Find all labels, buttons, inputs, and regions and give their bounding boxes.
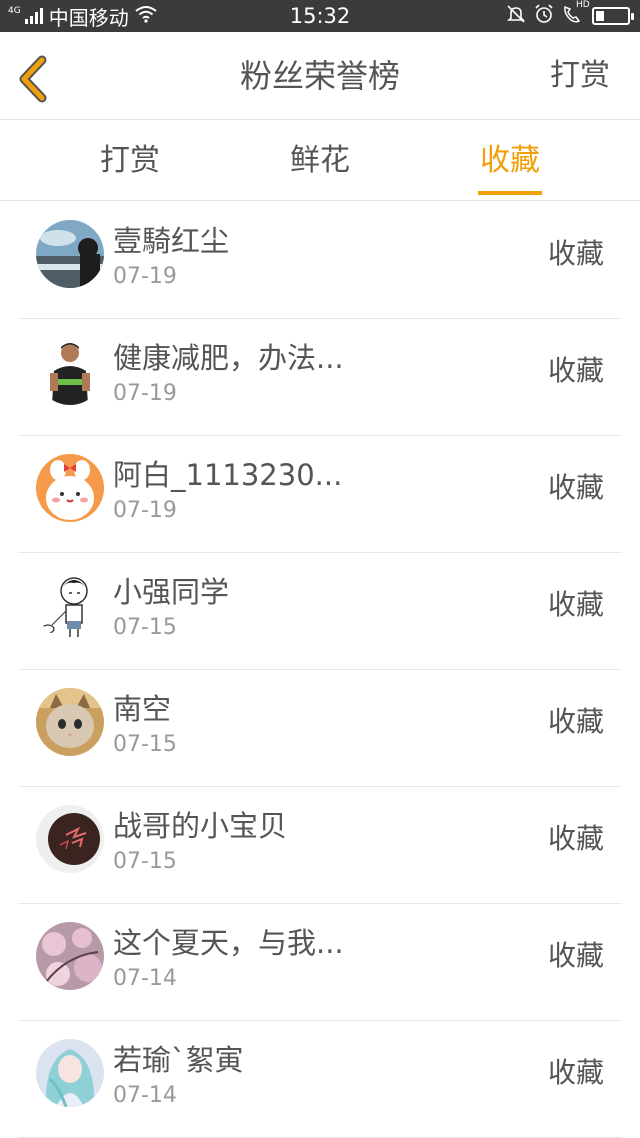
status-right: HD — [506, 0, 634, 32]
battery-icon — [592, 7, 634, 25]
fan-date: 07-14 — [113, 1083, 177, 1108]
fan-name: 壹騎红尘 — [113, 224, 230, 258]
avatar — [36, 220, 104, 288]
tab-favorites[interactable]: 收藏 — [460, 121, 560, 201]
status-bar: 4G 中国移动 15:32 HD — [0, 0, 640, 32]
action-type: 收藏 — [547, 588, 604, 621]
hd-call-icon: HD — [562, 0, 590, 29]
fan-name: 战哥的小宝贝 — [113, 809, 288, 843]
alarm-icon — [534, 3, 554, 29]
fan-date: 07-15 — [113, 732, 177, 757]
action-type: 收藏 — [547, 354, 604, 387]
fan-date: 07-15 — [113, 615, 177, 640]
tab-bar: 打赏 鲜花 收藏 — [0, 121, 640, 201]
list-item[interactable]: 战哥的小宝贝 07-15 收藏 — [18, 787, 622, 904]
battery-fill — [596, 11, 604, 21]
action-type: 收藏 — [547, 1056, 604, 1089]
fan-name: 阿白_1113230... — [113, 458, 343, 492]
fan-date: 07-19 — [113, 381, 177, 406]
tab-flowers[interactable]: 鲜花 — [270, 121, 370, 201]
fan-name: 若瑜`絮寅 — [113, 1043, 244, 1077]
avatar — [36, 688, 104, 756]
fan-date: 07-15 — [113, 849, 177, 874]
fan-name: 南空 — [113, 692, 172, 726]
fan-name: 健康减肥，办法... — [113, 341, 344, 375]
active-tab-indicator — [478, 191, 542, 195]
avatar — [36, 337, 104, 405]
tab-label: 打赏 — [100, 143, 160, 178]
avatar — [36, 454, 104, 522]
avatar — [36, 805, 104, 873]
tab-label: 鲜花 — [290, 143, 350, 178]
list-item[interactable]: 若瑜`絮寅 07-14 收藏 — [18, 1021, 622, 1138]
list-item[interactable]: 阿白_1113230... 07-19 收藏 — [18, 436, 622, 553]
action-type: 收藏 — [547, 471, 604, 504]
list-item[interactable]: 南空 07-15 收藏 — [18, 670, 622, 787]
action-type: 收藏 — [547, 822, 604, 855]
fan-name: 小强同学 — [113, 575, 230, 609]
avatar — [36, 1039, 104, 1107]
page-title: 粉丝荣誉榜 — [239, 57, 400, 95]
hd-label: HD — [576, 0, 590, 10]
avatar — [36, 571, 104, 639]
action-type: 收藏 — [547, 237, 604, 270]
list-item[interactable]: 这个夏天，与我... 07-14 收藏 — [18, 904, 622, 1021]
action-type: 收藏 — [547, 705, 604, 738]
list-item[interactable]: 壹騎红尘 07-19 收藏 — [18, 202, 622, 319]
action-type: 收藏 — [547, 939, 604, 972]
fan-list: 壹騎红尘 07-19 收藏 健康减肥，办法... 07-19 收藏 阿白_111… — [0, 202, 640, 1138]
fan-date: 07-14 — [113, 966, 177, 991]
reward-button[interactable]: 打赏 — [550, 32, 610, 120]
list-item[interactable]: 健康减肥，办法... 07-19 收藏 — [18, 319, 622, 436]
list-item[interactable]: 小强同学 07-15 收藏 — [18, 553, 622, 670]
avatar — [36, 922, 104, 990]
fan-date: 07-19 — [113, 498, 177, 523]
fan-date: 07-19 — [113, 264, 177, 289]
fan-name: 这个夏天，与我... — [113, 926, 344, 960]
header: 粉丝荣誉榜 打赏 — [0, 32, 640, 120]
mute-icon — [506, 4, 526, 29]
tab-label: 收藏 — [480, 143, 540, 178]
tab-reward[interactable]: 打赏 — [80, 121, 180, 201]
